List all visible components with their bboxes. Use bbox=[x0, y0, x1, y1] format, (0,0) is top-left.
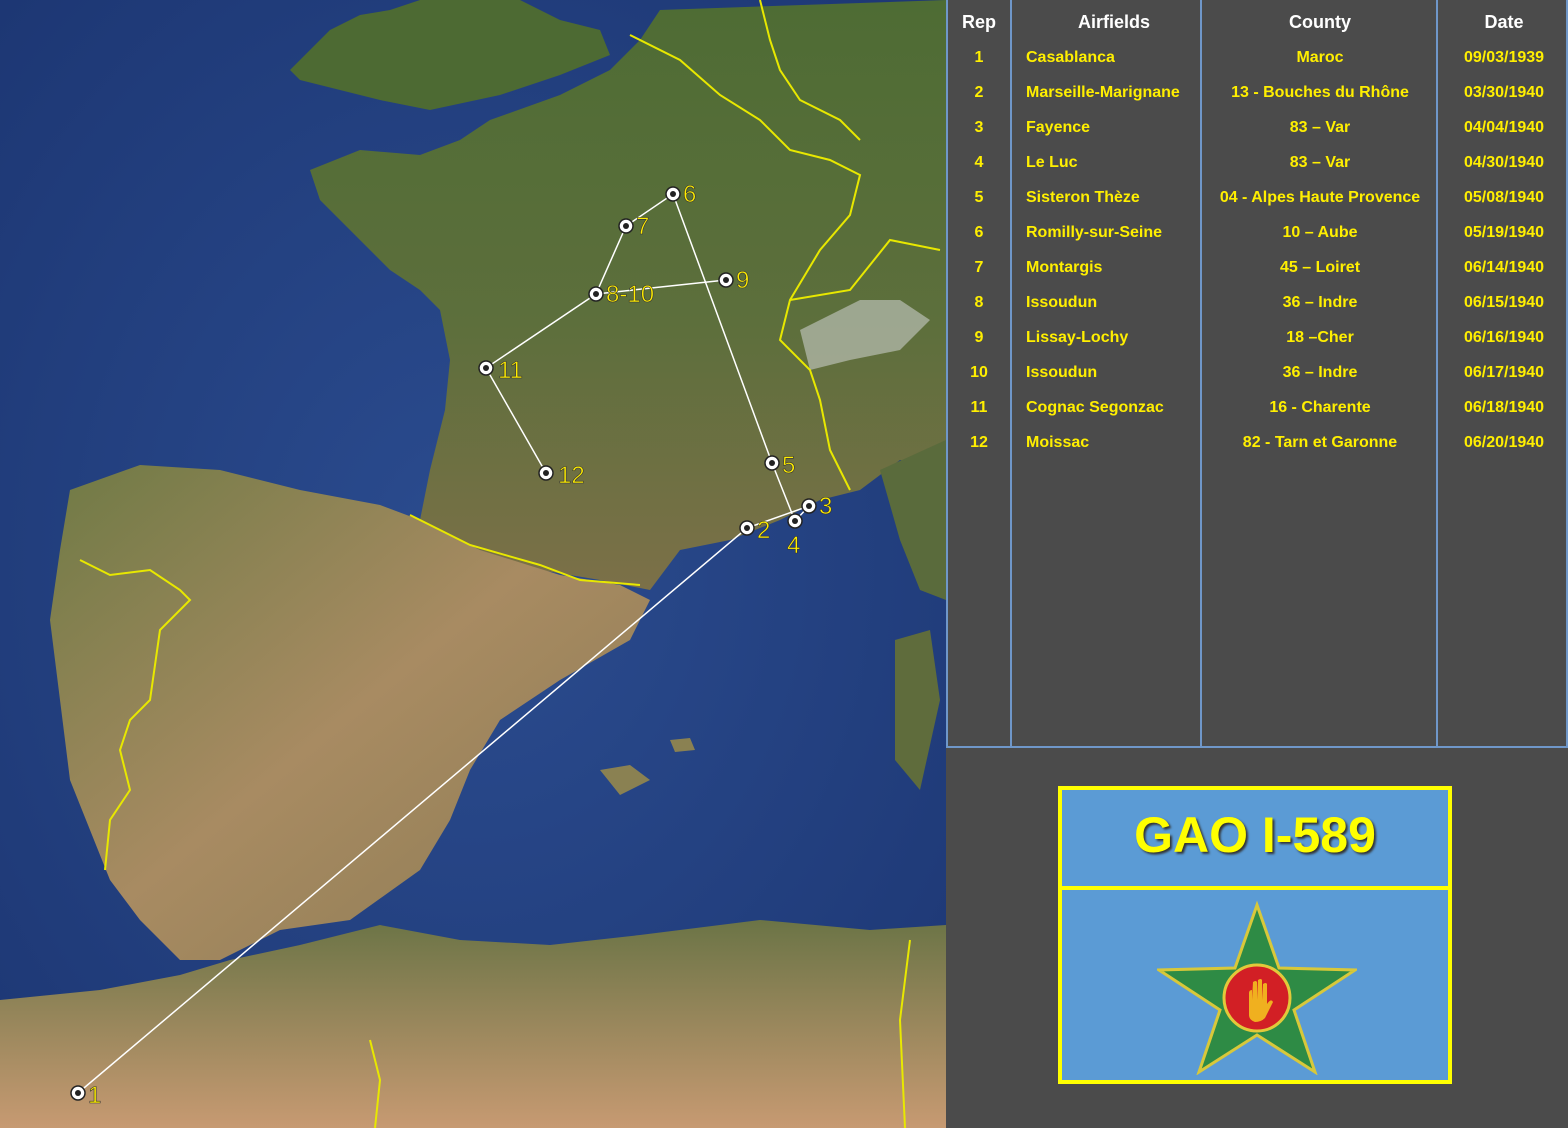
row-rep: 1 bbox=[974, 49, 984, 66]
emblem-title-band: GAO I-589 bbox=[1062, 790, 1448, 890]
row-airfield: Cognac Segonzac bbox=[1026, 399, 1164, 416]
marker-dot-icon bbox=[723, 277, 729, 283]
row-airfield: Issoudun bbox=[1026, 294, 1098, 311]
row-county: 16 - Charente bbox=[1269, 399, 1371, 416]
marker-label: 12 bbox=[558, 462, 585, 489]
row-airfield: Lissay-Lochy bbox=[1026, 329, 1129, 346]
marker-dot-icon bbox=[593, 291, 599, 297]
row-rep: 4 bbox=[974, 154, 984, 171]
row-rep: 10 bbox=[970, 364, 988, 381]
row-county: 04 - Alpes Haute Provence bbox=[1219, 189, 1421, 206]
row-date: 09/03/1939 bbox=[1463, 49, 1545, 66]
row-date: 06/18/1940 bbox=[1463, 399, 1545, 416]
row-rep: 11 bbox=[970, 399, 988, 416]
marker-label: 3 bbox=[819, 493, 832, 520]
row-county: 83 – Var bbox=[1289, 154, 1351, 171]
header-airfields: Airfields bbox=[1077, 12, 1151, 32]
marker-label: 8-10 bbox=[606, 281, 654, 308]
marker-dot-icon bbox=[744, 525, 750, 531]
row-date: 03/30/1940 bbox=[1463, 84, 1545, 101]
table-bottom-divider bbox=[946, 746, 1568, 748]
row-county: 45 – Loiret bbox=[1279, 259, 1361, 276]
row-airfield: Casablanca bbox=[1026, 49, 1115, 66]
marker-label: 11 bbox=[498, 357, 523, 384]
row-airfield: Fayence bbox=[1026, 119, 1091, 136]
row-date: 04/30/1940 bbox=[1463, 154, 1545, 171]
marker-dot-icon bbox=[483, 365, 489, 371]
satellite-map[interactable]: 12345678-1091112 bbox=[0, 0, 946, 1128]
header-county: County bbox=[1289, 12, 1351, 32]
row-rep: 9 bbox=[974, 329, 984, 346]
marker-label: 1 bbox=[88, 1082, 101, 1109]
row-rep: 8 bbox=[974, 294, 984, 311]
row-airfield: Moissac bbox=[1026, 434, 1090, 451]
row-rep: 7 bbox=[974, 259, 984, 276]
row-airfield: Marseille-Marignane bbox=[1026, 84, 1180, 101]
marker-label: 5 bbox=[782, 452, 795, 479]
header-date: Date bbox=[1484, 12, 1524, 32]
row-date: 06/20/1940 bbox=[1463, 434, 1545, 451]
row-rep: 2 bbox=[974, 84, 984, 101]
row-date: 05/08/1940 bbox=[1463, 189, 1545, 206]
airfield-marker[interactable]: 4 bbox=[787, 513, 803, 559]
emblem-title: GAO I-589 bbox=[1134, 807, 1376, 863]
row-county: 36 – Indre bbox=[1282, 294, 1358, 311]
row-county: 82 - Tarn et Garonne bbox=[1242, 434, 1398, 451]
map-background bbox=[0, 0, 946, 1128]
airfield-table-panel: Rep Airfields County Date 1 Casablanca Mar… bbox=[946, 0, 1568, 1128]
row-rep: 3 bbox=[974, 119, 984, 136]
row-date: 06/17/1940 bbox=[1463, 364, 1545, 381]
row-date: 04/04/1940 bbox=[1463, 119, 1545, 136]
row-rep: 12 bbox=[970, 434, 988, 451]
marker-label: 7 bbox=[636, 213, 649, 240]
row-county: 83 – Var bbox=[1289, 119, 1351, 136]
row-date: 06/15/1940 bbox=[1463, 294, 1545, 311]
row-county: Maroc bbox=[1296, 49, 1344, 66]
marker-label: 2 bbox=[757, 517, 770, 544]
row-county: 10 – Aube bbox=[1282, 224, 1358, 241]
row-date: 06/14/1940 bbox=[1463, 259, 1545, 276]
row-rep: 6 bbox=[974, 224, 984, 241]
marker-label: 6 bbox=[683, 181, 696, 208]
marker-dot-icon bbox=[806, 503, 812, 509]
star-hand-insignia-icon bbox=[1157, 900, 1357, 1075]
marker-dot-icon bbox=[75, 1090, 81, 1096]
row-county: 18 –Cher bbox=[1286, 329, 1354, 346]
row-airfield: Romilly-sur-Seine bbox=[1026, 224, 1163, 241]
row-airfield: Sisteron Thèze bbox=[1026, 189, 1140, 206]
marker-dot-icon bbox=[769, 460, 775, 466]
squadron-emblem: GAO I-589 bbox=[1058, 786, 1452, 1084]
row-county: 36 – Indre bbox=[1282, 364, 1358, 381]
marker-dot-icon bbox=[623, 223, 629, 229]
row-airfield: Le Luc bbox=[1026, 154, 1078, 171]
row-date: 05/19/1940 bbox=[1463, 224, 1545, 241]
header-rep: Rep bbox=[961, 12, 996, 32]
row-county: 13 - Bouches du Rhône bbox=[1231, 84, 1409, 101]
row-airfield: Issoudun bbox=[1026, 364, 1098, 381]
marker-dot-icon bbox=[543, 470, 549, 476]
row-airfield: Montargis bbox=[1026, 259, 1103, 276]
marker-dot-icon bbox=[670, 191, 676, 197]
marker-label: 9 bbox=[736, 267, 749, 294]
marker-dot-icon bbox=[792, 518, 798, 524]
row-rep: 5 bbox=[974, 189, 984, 206]
marker-label: 4 bbox=[787, 532, 800, 559]
row-date: 06/16/1940 bbox=[1463, 329, 1545, 346]
